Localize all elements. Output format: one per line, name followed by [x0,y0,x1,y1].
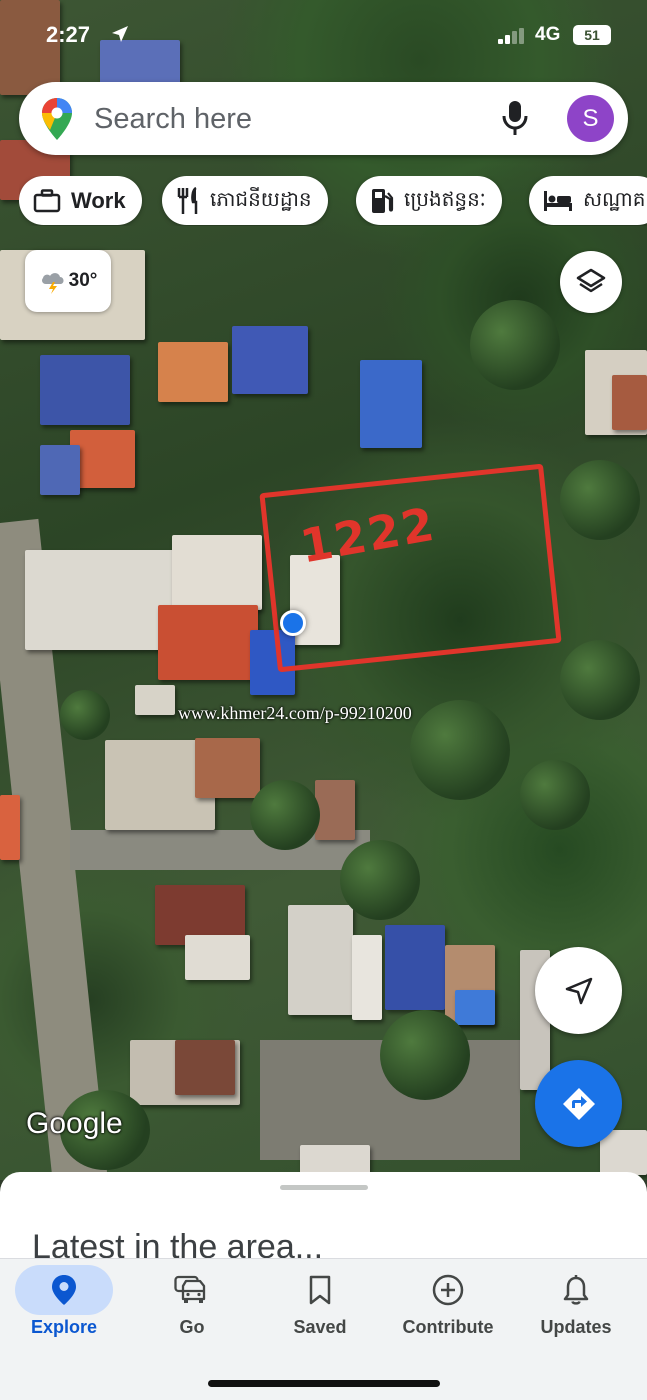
signal-icon [498,28,524,44]
chip-hotels[interactable]: សណ្ឋាគ [529,176,647,225]
weather-temperature: 30° [68,270,98,291]
house-roof [300,1145,370,1175]
house-roof [158,605,258,680]
nav-label: Updates [540,1317,612,1337]
house-roof [25,550,180,650]
weather-badge[interactable]: 30° [25,250,111,312]
house-roof [135,685,175,715]
search-bar[interactable]: S [19,82,628,155]
nav-icon-pill [399,1265,497,1315]
house-roof [612,375,647,430]
gas-station-icon [372,188,394,213]
tree [410,700,510,800]
location-arrow-icon [112,26,128,42]
house-roof [315,780,355,840]
hotel-icon [544,190,572,211]
house-roof [0,795,20,860]
directions-button[interactable] [535,1060,622,1147]
my-location-button[interactable] [535,947,622,1034]
chip-work[interactable]: Work [19,176,142,225]
restaurant-icon [177,186,198,214]
house-roof [40,355,130,425]
nav-contribute[interactable]: Contribute [384,1259,512,1359]
pin-icon [52,1275,76,1305]
tree [340,840,420,920]
nav-icon-pill [271,1265,369,1315]
house-roof [385,925,445,1010]
house-roof [172,535,262,610]
house-roof [175,1040,235,1095]
chip-restaurants[interactable]: ភោជនីយដ្ឋាន [162,176,328,225]
nav-icon-pill [143,1265,241,1315]
status-bar: 2:27 4G 51 [0,0,647,70]
nav-icon-pill [15,1265,113,1315]
nav-go[interactable]: Go [128,1259,256,1359]
briefcase-icon [33,188,61,212]
chip-label: សណ្ឋាគ [583,186,646,211]
battery-indicator: 51 [573,25,611,45]
category-chips: Work ភោជនីយដ្ឋាន ប្រេងឥន្ធនៈ សណ្ឋាគ [19,176,647,226]
house-roof [195,738,260,798]
tree [560,640,640,720]
nav-saved[interactable]: Saved [256,1259,384,1359]
layers-button[interactable] [560,251,622,313]
chip-label: Work [71,187,126,213]
nav-explore[interactable]: Explore [0,1259,128,1359]
car-icon [174,1275,206,1303]
house-roof [360,360,422,448]
tree [470,300,560,390]
layers-icon [576,268,606,293]
navigation-arrow-icon [565,977,592,1004]
tree [60,690,110,740]
current-location-dot[interactable] [280,610,306,636]
tree [250,780,320,850]
chip-gas[interactable]: ប្រេងឥន្ធនៈ [356,176,502,225]
tree [380,1010,470,1100]
microphone-icon[interactable] [501,100,529,136]
nav-label: Contribute [402,1317,494,1337]
chip-label: ភោជនីយដ្ឋាន [210,186,312,211]
google-logo: Google [26,1107,123,1140]
nav-updates[interactable]: Updates [512,1259,640,1359]
thunderstorm-icon [41,273,64,294]
sheet-drag-handle[interactable] [280,1185,368,1190]
house-roof [232,326,308,394]
bottom-navigation: Explore Go Saved Contribute Updates [0,1258,647,1400]
bell-icon [563,1275,589,1305]
house-roof [288,905,353,1015]
house-roof [600,1130,647,1175]
house-roof [352,935,382,1020]
house-roof [158,342,228,402]
google-maps-pin-icon [42,98,72,140]
plus-circle-icon [432,1274,464,1306]
status-time: 2:27 [46,22,91,47]
nav-label: Saved [293,1317,347,1337]
home-indicator[interactable] [208,1380,440,1387]
nav-label: Go [179,1317,205,1337]
avatar[interactable]: S [567,95,614,142]
bookmark-icon [309,1275,331,1305]
network-type: 4G [535,24,561,45]
tree [560,460,640,540]
watermark: www.khmer24.com/p-99210200 [178,703,412,723]
nav-icon-pill [527,1265,625,1315]
search-input[interactable] [94,99,474,139]
nav-label: Explore [30,1317,98,1337]
house-roof [455,990,495,1025]
tree [520,760,590,830]
house-roof [40,445,80,495]
house-roof [185,935,250,980]
bottom-sheet[interactable]: Latest in the area... [0,1172,647,1272]
chip-label: ប្រេងឥន្ធនៈ [404,186,486,211]
directions-icon [562,1087,595,1120]
